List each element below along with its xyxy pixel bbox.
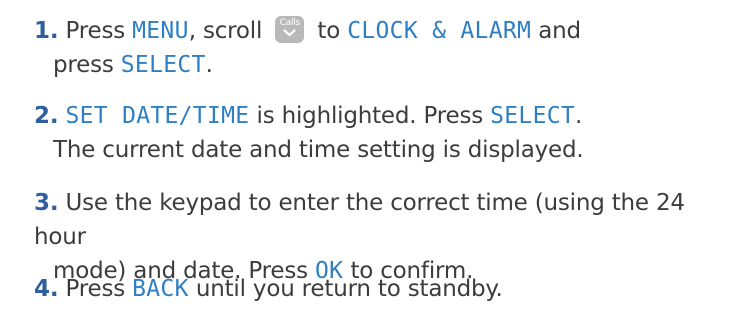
step-text: to bbox=[310, 18, 348, 44]
select-key-name: SELECT bbox=[490, 103, 576, 129]
step-text: Press bbox=[65, 276, 133, 302]
chevron-down-icon bbox=[283, 29, 296, 37]
step-text: . bbox=[575, 103, 583, 129]
calls-scroll-key: Calls bbox=[275, 16, 305, 43]
step-number: 2. bbox=[34, 103, 59, 129]
step-2: 2. SET DATE/TIME is highlighted. Press S… bbox=[34, 99, 743, 167]
clock-alarm-menu-name: CLOCK & ALARM bbox=[347, 18, 532, 44]
step-text: Press bbox=[65, 18, 133, 44]
step-text: , scroll bbox=[188, 18, 270, 44]
set-date-time-menu-name: SET DATE/TIME bbox=[65, 103, 250, 129]
step-2-line-2: The current date and time setting is dis… bbox=[53, 137, 584, 163]
step-text: and bbox=[531, 18, 581, 44]
step-1-line-2: press SELECT. bbox=[53, 52, 213, 78]
step-number: 1. bbox=[34, 18, 59, 44]
step-number: 3. bbox=[34, 190, 59, 216]
step-4: 4. Press BACK until you return to standb… bbox=[34, 272, 743, 306]
step-text: Use the keypad to enter the correct time… bbox=[34, 190, 685, 250]
select-key-name: SELECT bbox=[120, 52, 206, 78]
step-1: 1. Press MENU, scroll Calls to CLOCK & A… bbox=[34, 11, 743, 82]
back-key-name: BACK bbox=[132, 276, 189, 302]
menu-key-name: MENU bbox=[132, 18, 189, 44]
step-text: is highlighted. Press bbox=[249, 103, 491, 129]
step-text: until you return to standby. bbox=[188, 276, 503, 302]
step-number: 4. bbox=[34, 276, 59, 302]
